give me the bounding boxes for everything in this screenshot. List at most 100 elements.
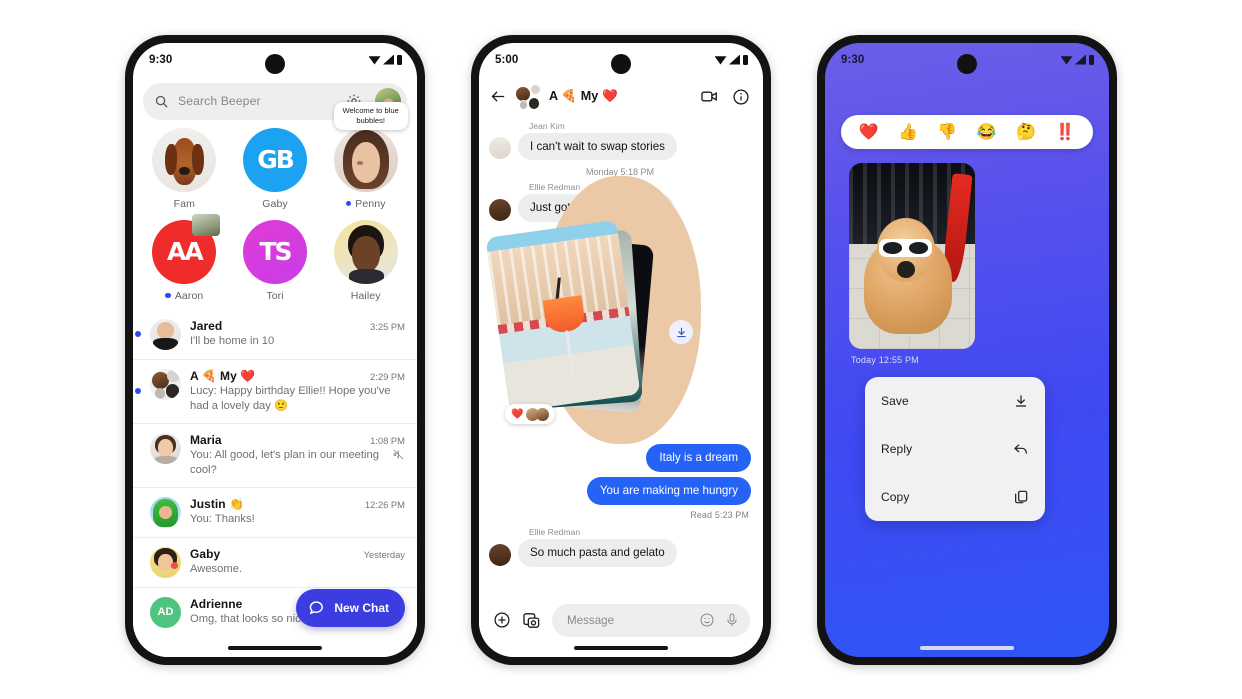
reaction-picker[interactable]: ❤️ 👍 👎 😂 🤔 ‼️	[841, 114, 1093, 149]
status-icons	[714, 54, 748, 65]
camera-gallery-icon[interactable]	[522, 611, 541, 630]
reaction-pill[interactable]: ❤️	[505, 404, 556, 425]
chat-item-time: 12:26 PM	[364, 498, 405, 510]
media-timestamp: Today 12:55 PM	[851, 354, 919, 365]
reaction-exclamation-icon[interactable]: ‼️	[1055, 122, 1075, 142]
status-time: 9:30	[841, 53, 865, 66]
message-thread: Jean Kim I can't wait to swap stories Mo…	[479, 119, 763, 598]
pinned-label: Penny	[345, 198, 386, 210]
pinned-chat-penny[interactable]: Welcome to blue bubbles! Penny	[320, 101, 411, 210]
pinned-chat-tori[interactable]: TS Tori	[230, 219, 321, 302]
wifi-icon	[368, 56, 381, 65]
reaction-laugh-icon[interactable]: 😂	[977, 122, 997, 142]
message-sender: Jean Kim	[529, 120, 565, 131]
chat-item-time: 2:29 PM	[370, 370, 405, 382]
camera-punch-hole	[957, 53, 977, 74]
message-row-incoming: So much pasta and gelato	[489, 539, 751, 568]
reaction-thinking-icon[interactable]: 🤔	[1016, 122, 1036, 142]
avatar: Welcome to blue bubbles!	[333, 101, 408, 192]
message-sender: Ellie Redman	[529, 527, 581, 538]
pinned-label: Gaby	[262, 198, 288, 210]
message-row-outgoing: Italy is a dream	[489, 444, 751, 473]
avatar-initials: GB	[257, 145, 295, 174]
chat-item-text: Justin 👏 12:26 PM You: Thanks!	[190, 497, 405, 527]
message-row-incoming: I can't wait to swap stories	[489, 132, 751, 445]
chat-item-preview: Lucy: Happy birthday Ellie!! Hope you've…	[190, 384, 391, 412]
avatar: AA	[152, 213, 221, 284]
chat-list-item[interactable]: Gaby Yesterday Awesome.	[133, 536, 417, 587]
reply-arrow-icon	[1013, 441, 1029, 457]
chat-item-time: Yesterday	[363, 548, 405, 560]
back-arrow-icon[interactable]	[490, 88, 507, 105]
home-indicator	[920, 645, 1014, 650]
signal-icon	[1075, 54, 1086, 65]
message-bubble: Italy is a dream	[646, 444, 751, 473]
pinned-chat-hailey[interactable]: Hailey	[320, 219, 411, 302]
battery-icon	[1088, 54, 1094, 65]
pinned-row-2: AA Aaron TS Tori Hailey	[133, 212, 417, 304]
menu-item-reply[interactable]: Reply	[865, 425, 1045, 473]
avatar: GB	[243, 127, 307, 192]
menu-item-copy[interactable]: Copy	[865, 473, 1045, 521]
video-call-icon[interactable]	[700, 87, 719, 106]
phone1-body: Search Beeper Fam GB Gaby Welcome to blu…	[133, 82, 417, 657]
chat-list-item[interactable]: Justin 👏 12:26 PM You: Thanks!	[133, 486, 417, 537]
conversation-header: A 🍕 My ❤️	[479, 77, 763, 119]
search-input[interactable]: Search Beeper	[178, 94, 337, 108]
pinned-chat-aaron[interactable]: AA Aaron	[139, 213, 230, 302]
reaction-thumbs-up-icon[interactable]: 👍	[898, 122, 918, 142]
emoji-icon[interactable]	[699, 612, 715, 628]
chat-list-item[interactable]: Maria 1:08 PM You: All good, let's plan …	[133, 422, 417, 487]
search-icon	[154, 94, 169, 109]
mute-icon	[392, 448, 405, 461]
chat-item-preview: You: Thanks!	[190, 512, 255, 525]
menu-item-label: Copy	[881, 489, 910, 504]
message-input[interactable]: Message	[552, 603, 750, 637]
reactor-avatar	[536, 407, 550, 421]
chat-item-text: A 🍕 My ❤️ 2:29 PM Lucy: Happy birthday E…	[190, 369, 405, 414]
photo-card-front[interactable]	[485, 219, 641, 413]
pinned-row-1: Fam GB Gaby Welcome to blue bubbles! Pen…	[133, 101, 417, 212]
chat-list-item[interactable]: A 🍕 My ❤️ 2:29 PM Lucy: Happy birthday E…	[133, 358, 417, 423]
wifi-icon	[714, 56, 727, 65]
camera-punch-hole	[611, 53, 631, 74]
unread-dot-icon	[165, 292, 171, 299]
home-indicator	[228, 645, 322, 650]
avatar-initials: AD	[157, 606, 174, 619]
photo-gallery-message[interactable]: ❤️	[485, 219, 693, 425]
message-bubble: You are making me hungry	[586, 477, 751, 506]
chat-item-preview: You: All good, let's plan in our meeting…	[190, 448, 405, 478]
copy-icon	[1013, 489, 1029, 505]
pinned-chat-gaby[interactable]: GB Gaby	[230, 127, 321, 210]
info-icon[interactable]	[732, 88, 750, 106]
menu-item-save[interactable]: Save	[865, 377, 1045, 425]
chat-item-time: 3:25 PM	[370, 320, 405, 332]
dog-photo	[849, 162, 975, 349]
new-chat-button[interactable]: New Chat	[296, 588, 405, 627]
avatar	[489, 199, 511, 222]
pinned-name: Hailey	[350, 289, 381, 302]
message-bubble: I can't wait to swap stories	[518, 132, 677, 161]
avatar	[489, 137, 701, 445]
chat-list-item[interactable]: Jared 3:25 PM I'll be home in 10	[133, 310, 417, 359]
group-avatar[interactable]	[515, 83, 541, 110]
home-indicator	[574, 645, 668, 650]
chat-list: Jared 3:25 PM I'll be home in 10 A 🍕 My …	[133, 310, 417, 637]
menu-item-label: Reply	[881, 441, 913, 456]
chat-item-name: A 🍕 My ❤️	[190, 368, 256, 383]
pinned-chat-fam[interactable]: Fam	[139, 127, 230, 210]
microphone-icon[interactable]	[724, 612, 740, 628]
message-bubble: So much pasta and gelato	[518, 539, 677, 568]
avatar: AD	[150, 596, 181, 628]
message-placeholder: Message	[567, 613, 615, 627]
menu-item-label: Save	[881, 393, 909, 408]
reaction-heart-icon[interactable]: ❤️	[859, 122, 879, 142]
new-chat-label: New Chat	[334, 600, 389, 615]
context-menu: Save Reply Copy	[865, 376, 1045, 521]
chat-item-text: Gaby Yesterday Awesome.	[190, 547, 405, 577]
plus-icon[interactable]	[493, 611, 511, 629]
media-photo[interactable]	[849, 162, 975, 349]
reaction-thumbs-down-icon[interactable]: 👎	[937, 122, 957, 142]
header-actions	[700, 87, 750, 106]
chat-item-text: Jared 3:25 PM I'll be home in 10	[190, 319, 405, 349]
